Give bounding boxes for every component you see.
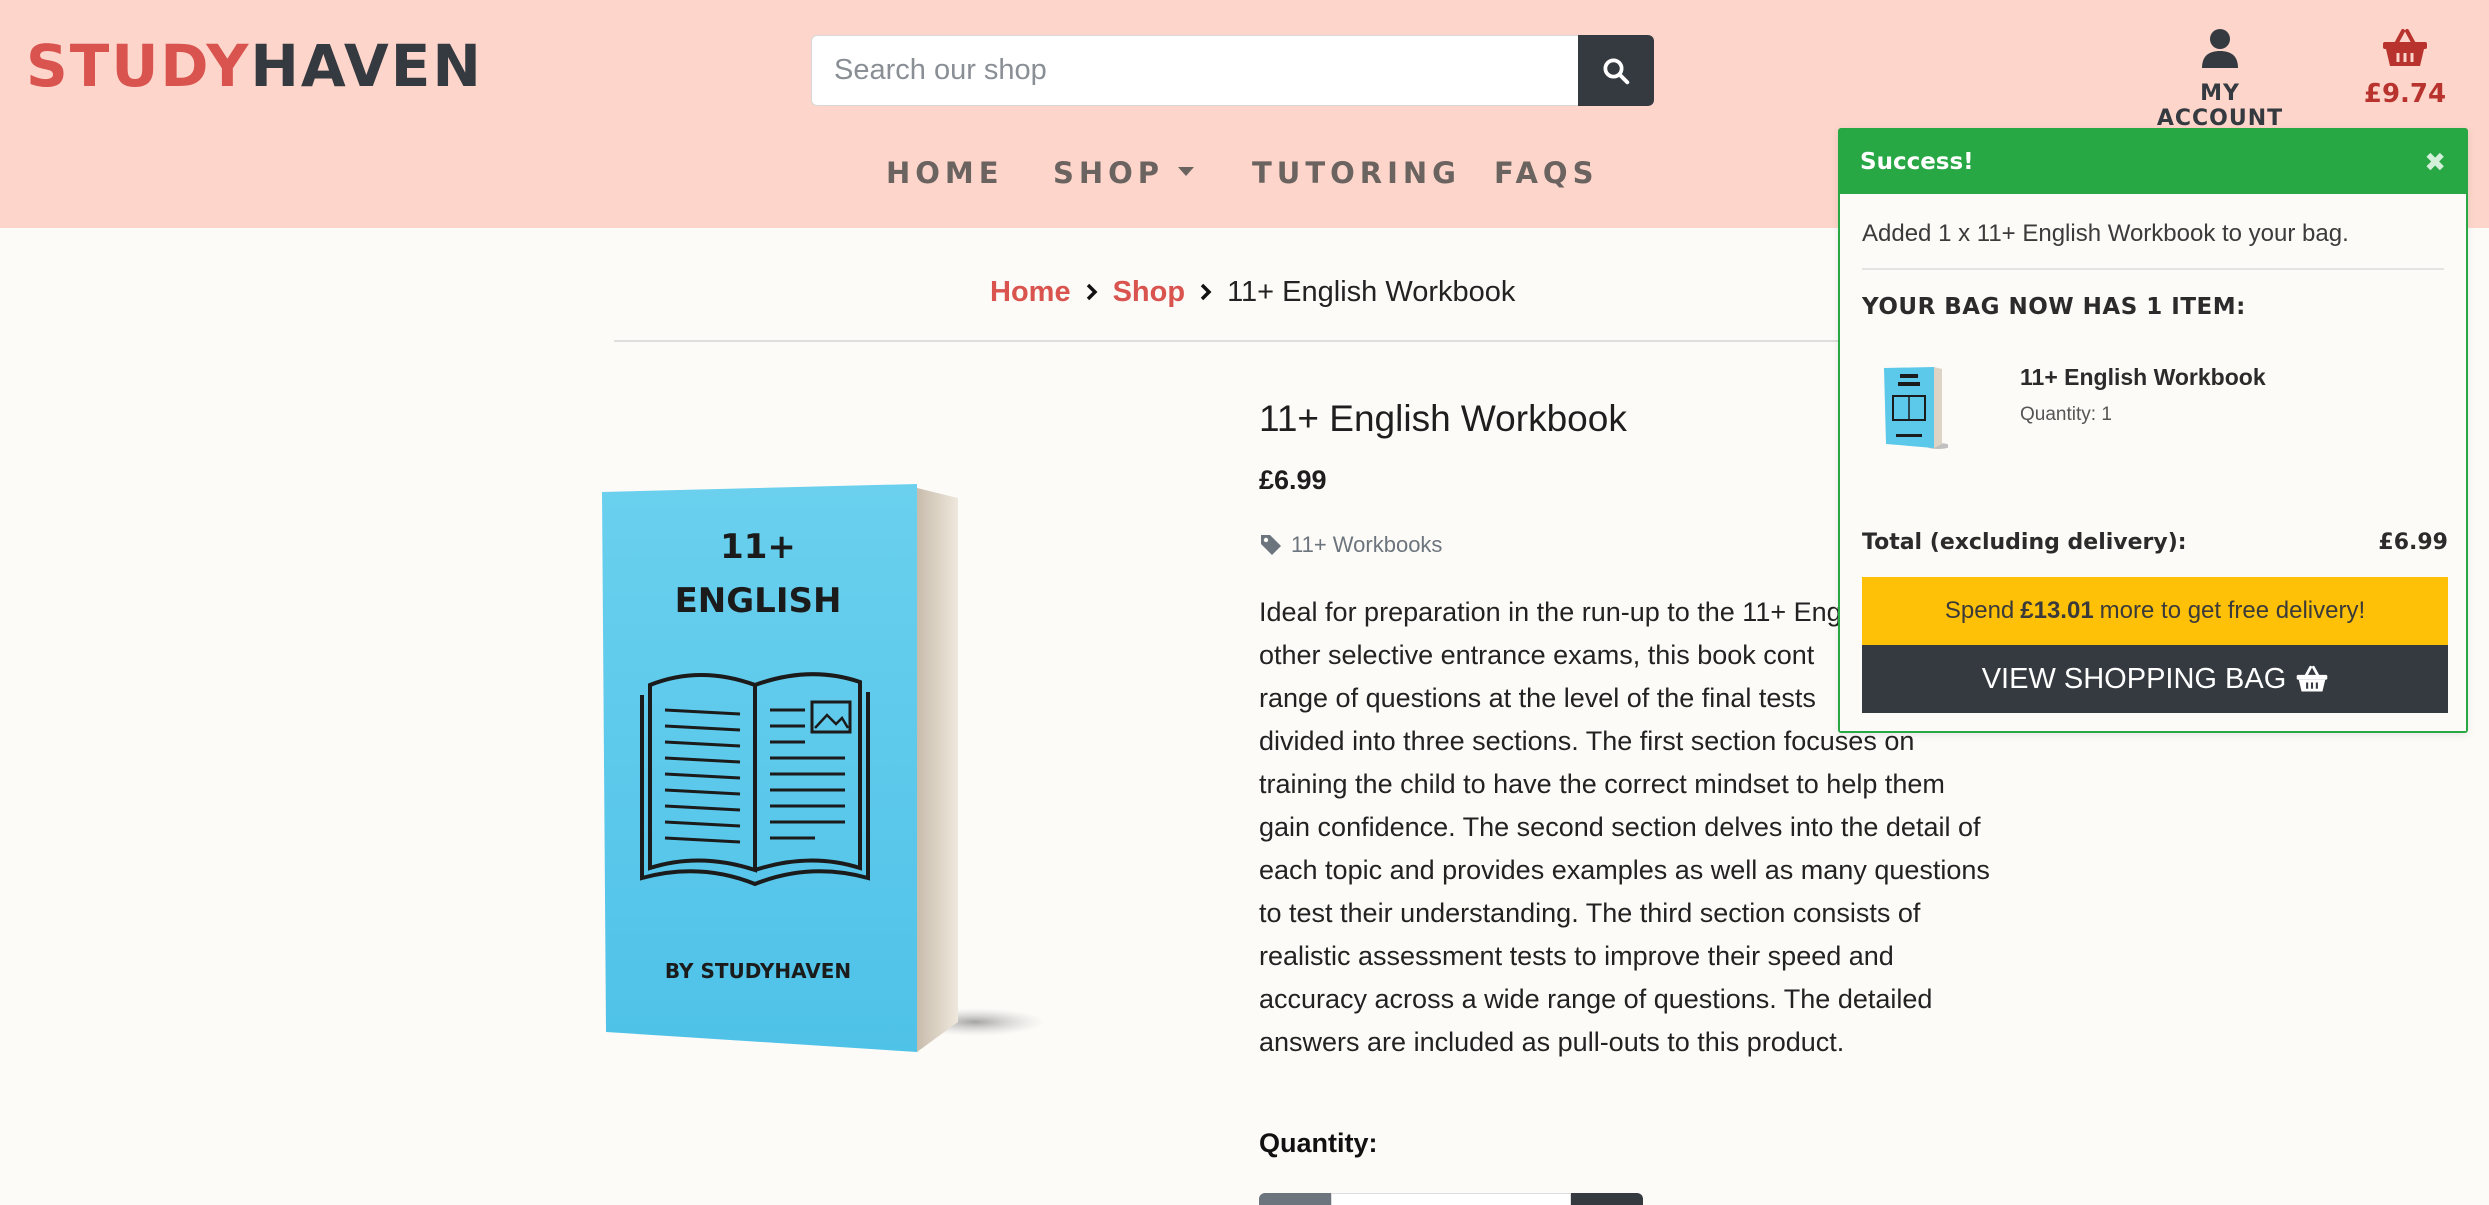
shopping-bag-link[interactable]: £9.74 — [2360, 28, 2450, 109]
description-line: to test their understanding. The third s… — [1259, 898, 1921, 928]
product-title: 11+ English Workbook — [1259, 398, 1627, 439]
toast-message: Added 1 x 11+ English Workbook to your b… — [1862, 194, 2444, 270]
bag-item-name: 11+ English Workbook — [2020, 364, 2266, 390]
toast-total-value: £6.99 — [2378, 530, 2448, 555]
view-shopping-bag-button[interactable]: VIEW SHOPPING BAG — [1862, 645, 2448, 713]
quantity-input[interactable] — [1331, 1193, 1571, 1205]
toast-header: Success! ✖ — [1840, 130, 2466, 194]
search-input[interactable] — [811, 35, 1578, 106]
cover-title-line2: ENGLISH — [675, 581, 842, 621]
breadcrumb-shop[interactable]: Shop — [1113, 276, 1186, 309]
free-delivery-notice: Spend £13.01 more to get free delivery! — [1862, 577, 2448, 645]
description-line: realistic assessment tests to improve th… — [1259, 941, 1894, 971]
site-logo[interactable]: STUDYHAVEN — [26, 34, 483, 98]
chevron-down-icon — [1178, 166, 1195, 176]
toast-title: Success! — [1860, 149, 1974, 175]
description-line: accuracy across a wide range of question… — [1259, 984, 1933, 1014]
chevron-right-icon — [1200, 283, 1212, 301]
increment-button[interactable] — [1571, 1193, 1643, 1205]
breadcrumb: Home Shop 11+ English Workbook — [990, 272, 1515, 312]
toast-body: Added 1 x 11+ English Workbook to your b… — [1840, 194, 2466, 731]
delivery-text-pre: Spend — [1944, 597, 2015, 624]
description-line: answers are included as pull-outs to thi… — [1259, 1027, 1845, 1057]
bag-item-thumbnail — [1884, 367, 1948, 449]
bag-item-quantity: Quantity: 1 — [2020, 404, 2112, 425]
cover-title-line1: 11+ — [720, 527, 796, 567]
search-form — [811, 35, 1654, 106]
success-toast: Success! ✖ Added 1 x 11+ English Workboo… — [1838, 128, 2468, 733]
nav-shop[interactable]: SHOP — [1053, 156, 1195, 190]
decrement-button[interactable] — [1259, 1193, 1331, 1205]
logo-study: STUDY — [26, 32, 251, 100]
nav-home[interactable]: HOME — [886, 156, 1004, 190]
basket-icon — [2296, 665, 2328, 692]
quantity-label: Quantity: — [1259, 1128, 1378, 1158]
description-line: training the child to have the correct m… — [1259, 769, 1945, 799]
description-line: gain confidence. The second section delv… — [1259, 812, 1981, 842]
toast-total-row: Total (excluding delivery): £6.99 — [1862, 530, 2448, 555]
toast-bag-item: 11+ English Workbook Quantity: 1 — [1862, 362, 2448, 472]
cover-author: BY STUDYHAVEN — [665, 959, 851, 983]
delivery-amount: £13.01 — [2020, 597, 2094, 624]
product-price: £6.99 — [1259, 465, 1327, 495]
user-icon — [2202, 29, 2238, 68]
tag-icon — [1261, 535, 1281, 555]
delivery-text-post: more to get free delivery! — [2099, 597, 2366, 624]
logo-haven: HAVEN — [250, 32, 483, 100]
my-account-link[interactable]: MY ACCOUNT — [2140, 28, 2300, 131]
divider — [614, 340, 2010, 342]
search-icon — [1603, 58, 1630, 84]
close-icon[interactable]: ✖ — [2424, 149, 2446, 175]
product-category-label: 11+ Workbooks — [1291, 532, 1443, 557]
basket-icon — [2383, 29, 2427, 66]
breadcrumb-current: 11+ English Workbook — [1227, 275, 1516, 308]
nav-faqs[interactable]: FAQS — [1494, 156, 1598, 190]
description-line: each topic and provides examples as well… — [1259, 855, 1990, 885]
nav-tutoring[interactable]: TUTORING — [1252, 156, 1461, 190]
my-account-label: MY ACCOUNT — [2156, 81, 2284, 131]
breadcrumb-home[interactable]: Home — [990, 276, 1071, 309]
toast-total-label: Total (excluding delivery): — [1862, 530, 2187, 555]
product-category-link[interactable]: 11+ Workbooks — [1259, 532, 1442, 558]
chevron-right-icon — [1086, 283, 1098, 301]
nav-shop-label: SHOP — [1053, 156, 1165, 190]
product-image: 11+ ENGLISH BY STUDYHAVEN — [602, 484, 1045, 1052]
quantity-stepper — [1259, 1193, 1643, 1205]
toast-bag-count: YOUR BAG NOW HAS 1 ITEM: — [1862, 294, 2246, 320]
search-button[interactable] — [1578, 35, 1654, 106]
bag-total: £9.74 — [2363, 79, 2447, 109]
view-bag-label: VIEW SHOPPING BAG — [1981, 662, 2287, 695]
